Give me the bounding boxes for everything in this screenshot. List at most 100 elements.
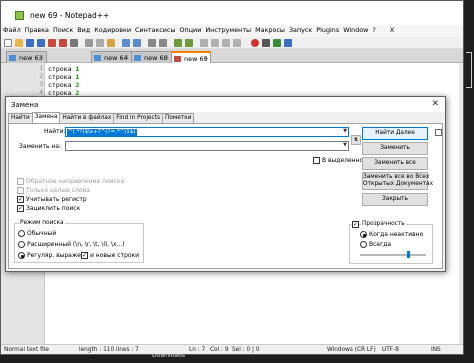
menu-tools[interactable]: Инструменты [203,25,253,35]
menu-run[interactable]: Запуск [287,25,314,35]
replace-input[interactable]: ▼ [65,141,349,151]
find-input-value: ^(.*?)$\s+?^(?=.*^\1$) [67,129,137,136]
in-selection-checkbox[interactable] [313,157,320,164]
status-length: length : 110 [79,347,115,353]
transparency-slider-thumb[interactable] [407,251,411,258]
tab-close-icon[interactable]: ✕ [164,54,169,61]
dot-matches-newline-checkbox[interactable]: ✓ [81,252,88,259]
wrap-around-checkbox[interactable]: ✓ [17,205,24,212]
save-icon[interactable] [26,39,34,47]
cut-icon[interactable] [85,39,93,47]
mode-extended-radio[interactable] [18,241,25,248]
backward-checkbox[interactable] [17,178,24,185]
tab-new-64[interactable]: new 64 ✕ [91,51,132,63]
zoom-out-icon[interactable] [185,39,193,47]
menu-edit[interactable]: Правка [23,25,51,35]
undo-icon[interactable] [122,39,130,47]
macro-save-icon[interactable] [284,39,292,47]
tab-new-68[interactable]: new 68 ✕ [131,51,172,63]
tab-find-in-projects[interactable]: Find in Projects [113,113,163,123]
zoom-in-icon[interactable] [174,39,182,47]
menu-language[interactable]: Синтаксисы [133,25,178,35]
macro-stop-icon[interactable] [262,39,270,47]
whole-word-checkbox[interactable] [17,187,24,194]
replace-button[interactable]: Заменить [362,142,428,155]
status-col: Col : 9 [210,347,229,353]
mode-regex-label: Регуляр. выражен. [27,252,87,259]
macro-play-icon[interactable] [273,39,281,47]
replace-all-open-line-2: Открытых Документах [363,181,434,187]
find-label: Найти: [44,128,66,135]
dot-matches-newline-label: и новые строки [90,252,140,259]
menu-file[interactable]: Файл [1,25,23,35]
menu-help[interactable]: ? [370,25,377,35]
wrap-around-label: Зациклить поиск [26,205,81,212]
menu-window[interactable]: Window [341,25,370,35]
document-tabs: new 63 ✕ new 64 ✕ new 68 ✕ new 69 ✕ [1,49,463,63]
replace-all-button[interactable]: Заменить все [362,157,428,170]
find-input[interactable]: ^(.*?)$\s+?^(?=.*^\1$) ▼ [65,127,349,137]
tab-find-in-files[interactable]: Найти в файлах [59,113,115,123]
mode-extended-label: Расширенный (\n, \r, \t, \0, \x...) [27,241,125,248]
file-icon [174,56,181,62]
chevron-down-icon[interactable]: ▼ [343,142,347,148]
tab-new-69[interactable]: new 69 ✕ [171,51,211,63]
menu-close-doc[interactable]: X [388,25,396,35]
tab-new-63[interactable]: new 63 ✕ [6,51,47,63]
menu-macro[interactable]: Макросы [253,25,287,35]
tab-replace[interactable]: Замена [31,112,61,123]
tab-close-icon[interactable]: ✕ [39,54,44,61]
mode-normal-radio[interactable] [18,230,25,237]
close-button[interactable]: Закрыть [362,193,428,206]
tab-close-icon[interactable]: ✕ [203,55,208,62]
menu-plugins[interactable]: Plugins [314,25,341,35]
replace-icon[interactable] [159,39,167,47]
replace-all-in-open-docs-button[interactable]: Заменить все во Всех Открытых Документах [362,172,434,190]
transparency-on-lose-focus-radio[interactable] [360,231,367,238]
transparency-title: Прозрачность [361,221,406,227]
new-file-icon[interactable] [4,39,12,47]
menu-encoding[interactable]: Кодировки [92,25,133,35]
find-icon[interactable] [148,39,156,47]
transparency-always-radio[interactable] [360,241,367,248]
match-case-label: Учитывать регистр [26,196,87,203]
whole-word-label: Только целые слова [26,187,90,194]
transparency-slider[interactable] [360,254,426,256]
dialog-close-icon[interactable]: ✕ [431,99,439,109]
mode-regex-radio[interactable] [18,252,25,259]
menu-settings[interactable]: Опции [178,25,204,35]
paste-icon[interactable] [107,39,115,47]
menu-bar: Файл Правка Поиск Вид Кодировки Синтаксисы Опц… [1,25,463,37]
chevron-down-icon[interactable]: ▼ [343,128,347,134]
tab-find[interactable]: Найти [8,113,33,123]
vertical-scrollbar[interactable] [459,63,463,345]
menu-search[interactable]: Поиск [51,25,75,35]
transparency-checkbox[interactable]: ✓ [352,221,359,228]
status-encoding: UTF-8 [382,347,399,353]
macro-record-icon[interactable] [251,39,259,47]
save-all-icon[interactable] [37,39,45,47]
menu-view[interactable]: Вид [75,25,92,35]
show-all-chars-icon[interactable] [222,39,230,47]
tab-close-icon[interactable]: ✕ [124,54,129,61]
sync-scroll-icon[interactable] [200,39,208,47]
resize-grip-icon[interactable]: ⋰ [437,263,442,269]
indent-guide-icon[interactable] [233,39,241,47]
find-next-options-checkbox[interactable] [435,129,442,136]
line-number: 3 [39,81,43,88]
redo-icon[interactable] [133,39,141,47]
word-wrap-icon[interactable] [211,39,219,47]
match-case-checkbox[interactable]: ✓ [17,196,24,203]
tab-mark[interactable]: Пометки [161,113,195,123]
find-next-button[interactable]: Найти Далее [362,127,428,140]
print-icon[interactable] [70,39,78,47]
close-icon[interactable] [48,39,56,47]
swap-icon[interactable]: ⇅ [351,135,361,145]
replace-label: Заменить на: [19,143,62,150]
mode-normal-label: Обычный [27,230,57,237]
taskbar-downloads[interactable]: Downloads [152,352,185,359]
copy-icon[interactable] [96,39,104,47]
toolbar [1,38,463,49]
close-all-icon[interactable] [59,39,67,47]
open-file-icon[interactable] [15,39,23,47]
